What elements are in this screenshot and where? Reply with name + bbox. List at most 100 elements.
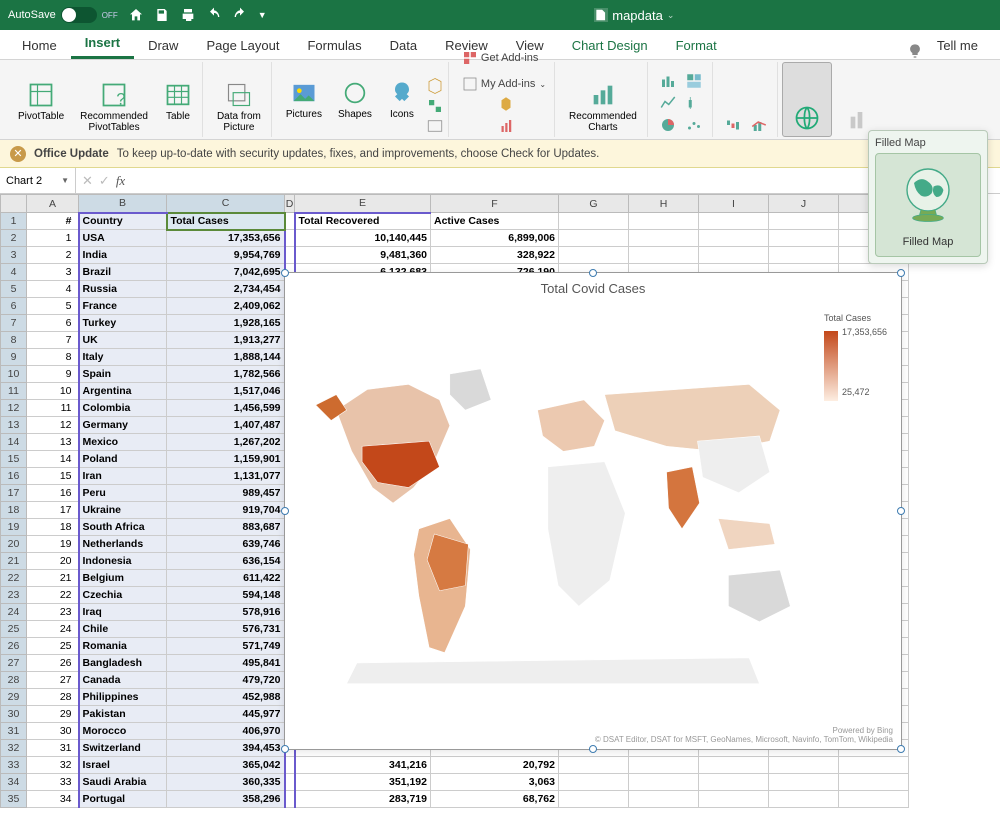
cell[interactable]: 9,481,360: [295, 247, 431, 264]
3d-models-icon[interactable]: [426, 77, 444, 95]
tab-data[interactable]: Data: [376, 32, 431, 59]
pie-chart-button[interactable]: [656, 115, 680, 135]
row-header[interactable]: 25: [1, 621, 27, 638]
cell[interactable]: 7,042,695: [167, 264, 285, 281]
cell[interactable]: 6: [27, 315, 79, 332]
cell[interactable]: Switzerland: [79, 740, 167, 757]
cell[interactable]: 1,928,165: [167, 315, 285, 332]
cell[interactable]: Italy: [79, 349, 167, 366]
row-header[interactable]: 8: [1, 332, 27, 349]
cell[interactable]: 445,977: [167, 706, 285, 723]
cell[interactable]: 328,922: [431, 247, 559, 264]
pivottable-button[interactable]: PivotTable: [12, 79, 70, 135]
cell[interactable]: 31: [27, 740, 79, 757]
col-header[interactable]: D: [285, 195, 295, 213]
cell[interactable]: 3,063: [431, 774, 559, 791]
row-header[interactable]: 19: [1, 519, 27, 536]
row-header[interactable]: 23: [1, 587, 27, 604]
cell[interactable]: 25: [27, 638, 79, 655]
chart-title[interactable]: Total Covid Cases: [285, 273, 901, 304]
row-header[interactable]: 17: [1, 485, 27, 502]
resize-handle[interactable]: [589, 745, 597, 753]
cell[interactable]: Netherlands: [79, 536, 167, 553]
cell[interactable]: 636,154: [167, 553, 285, 570]
row-header[interactable]: 29: [1, 689, 27, 706]
select-all-corner[interactable]: [1, 195, 27, 213]
row-header[interactable]: 6: [1, 298, 27, 315]
cell[interactable]: 8: [27, 349, 79, 366]
cell[interactable]: 2: [27, 247, 79, 264]
row-header[interactable]: 15: [1, 451, 27, 468]
cell[interactable]: 16: [27, 485, 79, 502]
cell[interactable]: Argentina: [79, 383, 167, 400]
cell[interactable]: 1,782,566: [167, 366, 285, 383]
cell[interactable]: [699, 230, 769, 247]
cell[interactable]: 18: [27, 519, 79, 536]
cell[interactable]: 4: [27, 281, 79, 298]
cell[interactable]: [699, 247, 769, 264]
cell[interactable]: Iran: [79, 468, 167, 485]
print-icon[interactable]: [180, 7, 196, 23]
row-header[interactable]: 18: [1, 502, 27, 519]
combo-chart-button[interactable]: [747, 115, 771, 135]
cell[interactable]: 365,042: [167, 757, 285, 774]
cell[interactable]: 639,746: [167, 536, 285, 553]
cell[interactable]: [285, 247, 295, 264]
row-header[interactable]: 9: [1, 349, 27, 366]
cell[interactable]: 32: [27, 757, 79, 774]
icons-button[interactable]: Icons: [382, 77, 422, 135]
tab-formulas[interactable]: Formulas: [293, 32, 375, 59]
cell[interactable]: [559, 757, 629, 774]
cell[interactable]: Country: [79, 213, 167, 230]
tab-page-layout[interactable]: Page Layout: [192, 32, 293, 59]
accept-formula-icon[interactable]: ✓: [99, 173, 110, 189]
cell[interactable]: 9,954,769: [167, 247, 285, 264]
col-header[interactable]: J: [769, 195, 839, 213]
autosave-toggle[interactable]: AutoSave OFF: [8, 7, 118, 23]
cell[interactable]: 883,687: [167, 519, 285, 536]
scatter-chart-button[interactable]: [682, 115, 706, 135]
row-header[interactable]: 1: [1, 213, 27, 230]
cell[interactable]: Iraq: [79, 604, 167, 621]
col-header[interactable]: B: [79, 195, 167, 213]
cell[interactable]: Saudi Arabia: [79, 774, 167, 791]
spreadsheet-grid[interactable]: A B C D E F G H I J K 1 # Country Total …: [0, 194, 1000, 834]
cell[interactable]: Brazil: [79, 264, 167, 281]
waterfall-chart-button[interactable]: [721, 115, 745, 135]
row-header[interactable]: 13: [1, 417, 27, 434]
cell[interactable]: [769, 774, 839, 791]
recommended-pivottables-button[interactable]: ? Recommended PivotTables: [74, 79, 154, 135]
cell[interactable]: 28: [27, 689, 79, 706]
col-header[interactable]: C: [167, 195, 285, 213]
cell[interactable]: Pakistan: [79, 706, 167, 723]
cell[interactable]: 33: [27, 774, 79, 791]
cell[interactable]: 1,267,202: [167, 434, 285, 451]
row-header[interactable]: 11: [1, 383, 27, 400]
cell[interactable]: Total Recovered: [295, 213, 431, 230]
cell[interactable]: [285, 757, 295, 774]
row-header[interactable]: 33: [1, 757, 27, 774]
cell[interactable]: [699, 213, 769, 230]
cell[interactable]: [629, 230, 699, 247]
cell[interactable]: 919,704: [167, 502, 285, 519]
cell[interactable]: 9: [27, 366, 79, 383]
cell[interactable]: 571,749: [167, 638, 285, 655]
cell[interactable]: 22: [27, 587, 79, 604]
cell[interactable]: USA: [79, 230, 167, 247]
cell[interactable]: Israel: [79, 757, 167, 774]
cell[interactable]: India: [79, 247, 167, 264]
cell[interactable]: 20: [27, 553, 79, 570]
cell[interactable]: [629, 213, 699, 230]
cell[interactable]: 6,899,006: [431, 230, 559, 247]
cell[interactable]: 34: [27, 791, 79, 808]
data-from-picture-button[interactable]: Data from Picture: [211, 79, 267, 135]
cell[interactable]: 1,888,144: [167, 349, 285, 366]
cell[interactable]: [699, 791, 769, 808]
cell[interactable]: 1,407,487: [167, 417, 285, 434]
col-header[interactable]: F: [431, 195, 559, 213]
row-header[interactable]: 31: [1, 723, 27, 740]
cell[interactable]: Belgium: [79, 570, 167, 587]
cell[interactable]: #: [27, 213, 79, 230]
cell[interactable]: South Africa: [79, 519, 167, 536]
hierarchy-chart-button[interactable]: [682, 71, 706, 91]
